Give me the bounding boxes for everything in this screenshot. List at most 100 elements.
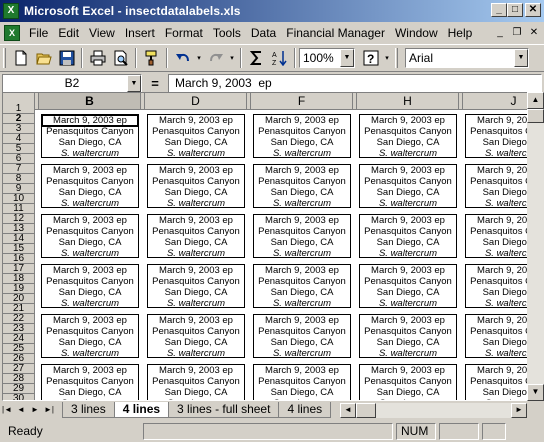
label-species-cell[interactable]: S. waltercrum xyxy=(360,348,456,359)
insect-label-block[interactable]: March 9, 2003 epPenasquitos CanyonSan Di… xyxy=(147,214,245,259)
horizontal-scrollbar[interactable]: ◄ ► xyxy=(340,403,527,418)
label-location-cell[interactable]: Penasquitos Canyon xyxy=(42,276,138,287)
label-species-cell[interactable]: S. waltercrum xyxy=(148,248,244,259)
label-species-cell[interactable]: S. waltercrum xyxy=(148,348,244,359)
insect-label-block[interactable]: March 9, 2003 epPenasquitos CanyonSan Di… xyxy=(147,264,245,309)
label-date-cell[interactable]: March 9, 2003 ep xyxy=(148,265,244,276)
row-header-29[interactable]: 29 xyxy=(3,384,35,394)
label-city-cell[interactable]: San Diego, CA xyxy=(148,237,244,248)
label-species-cell[interactable]: S. waltercrum xyxy=(148,298,244,309)
label-city-cell[interactable]: San Diego, CA xyxy=(254,187,350,198)
label-species-cell[interactable]: S. waltercrum xyxy=(360,198,456,209)
menu-tools[interactable]: Tools xyxy=(208,22,246,44)
label-location-cell[interactable]: Penasquitos Canyon xyxy=(148,376,244,387)
insect-label-block[interactable]: March 9, 2003 epPenasquitos CanyonSan Di… xyxy=(253,214,351,259)
label-location-cell[interactable]: Penasquitos Canyon xyxy=(466,226,527,237)
insect-label-block[interactable]: March 9, 2003 epPenasquitos CanyonSan Di… xyxy=(359,114,457,159)
row-header-28[interactable]: 28 xyxy=(3,374,35,384)
label-location-cell[interactable]: Penasquitos Canyon xyxy=(466,276,527,287)
row-header-9[interactable]: 9 xyxy=(3,184,35,194)
label-date-cell[interactable]: March 9, 2003 ep xyxy=(254,215,350,226)
label-city-cell[interactable]: San Diego, CA xyxy=(360,187,456,198)
menu-insert[interactable]: Insert xyxy=(120,22,160,44)
row-header-23[interactable]: 23 xyxy=(3,324,35,334)
label-date-cell[interactable]: March 9, 2003 ep xyxy=(42,215,138,226)
redo-button[interactable] xyxy=(204,47,227,69)
label-city-cell[interactable]: San Diego, CA xyxy=(254,237,350,248)
label-species-cell[interactable]: S. waltercrum xyxy=(254,398,350,400)
row-header-8[interactable]: 8 xyxy=(3,174,35,184)
insect-label-block[interactable]: March 9, 2003 epPenasquitos CanyonSan Di… xyxy=(41,314,139,359)
insect-label-block[interactable]: March 9, 2003 epPenasquitos CanyonSan Di… xyxy=(359,314,457,359)
scroll-up-button[interactable]: ▲ xyxy=(527,92,544,109)
label-species-cell[interactable]: S. waltercrum xyxy=(360,248,456,259)
label-city-cell[interactable]: San Diego, CA xyxy=(360,387,456,398)
column-header-b[interactable]: B xyxy=(39,93,141,110)
insect-label-block[interactable]: March 9, 2003 epPenasquitos CanyonSan Di… xyxy=(359,364,457,400)
print-button[interactable] xyxy=(86,47,109,69)
label-location-cell[interactable]: Penasquitos Canyon xyxy=(360,276,456,287)
doc-close-button[interactable]: ✕ xyxy=(526,26,542,40)
label-date-cell[interactable]: March 9, 2003 ep xyxy=(148,365,244,376)
label-date-cell[interactable]: March 9, 2003 ep xyxy=(254,115,350,126)
label-city-cell[interactable]: San Diego, CA xyxy=(360,287,456,298)
excel-app-icon[interactable]: X xyxy=(3,3,19,19)
label-date-cell[interactable]: March 9, 2003 ep xyxy=(360,215,456,226)
label-species-cell[interactable]: S. waltercrum xyxy=(42,248,138,259)
insect-label-block[interactable]: March 9, 2003 epPenasquitos CanyonSan Di… xyxy=(253,264,351,309)
row-header-4[interactable]: 4 xyxy=(3,134,35,144)
font-select[interactable]: Arial ▼ xyxy=(405,48,529,68)
label-date-cell[interactable]: March 9, 2003 ep xyxy=(42,265,138,276)
label-location-cell[interactable]: Penasquitos Canyon xyxy=(42,176,138,187)
label-city-cell[interactable]: San Diego, CA xyxy=(254,337,350,348)
label-location-cell[interactable]: Penasquitos Canyon xyxy=(360,126,456,137)
autosum-button[interactable] xyxy=(245,47,268,69)
menu-window[interactable]: Window xyxy=(390,22,443,44)
label-species-cell[interactable]: S. waltercrum xyxy=(148,148,244,159)
sheet-tab-3-lines[interactable]: 3 lines xyxy=(62,402,115,418)
row-header-13[interactable]: 13 xyxy=(3,224,35,234)
chevron-down-icon[interactable]: ▼ xyxy=(514,49,528,67)
menu-format[interactable]: Format xyxy=(160,22,208,44)
insect-label-block[interactable]: March 9, 2003 epPenasquitos CanyonSan Di… xyxy=(147,164,245,209)
insect-label-block[interactable]: March 9, 2003 epPenasquitos CanyonSan Di… xyxy=(465,314,527,359)
label-location-cell[interactable]: Penasquitos Canyon xyxy=(148,276,244,287)
label-species-cell[interactable]: S. waltercrum xyxy=(254,198,350,209)
insect-label-block[interactable]: March 9, 2003 epPenasquitos CanyonSan Di… xyxy=(147,314,245,359)
undo-dropdown[interactable]: ▾ xyxy=(194,47,204,69)
label-species-cell[interactable]: S. waltercrum xyxy=(254,148,350,159)
row-header-24[interactable]: 24 xyxy=(3,334,35,344)
row-header-12[interactable]: 12 xyxy=(3,214,35,224)
format-painter-button[interactable] xyxy=(140,47,163,69)
label-species-cell[interactable]: S. waltercrum xyxy=(466,298,527,309)
label-city-cell[interactable]: San Diego, CA xyxy=(360,237,456,248)
label-city-cell[interactable]: San Diego, CA xyxy=(254,387,350,398)
last-sheet-button[interactable]: ►| xyxy=(42,403,56,418)
menu-data[interactable]: Data xyxy=(246,22,281,44)
label-species-cell[interactable]: S. waltercrum xyxy=(148,398,244,400)
label-city-cell[interactable]: San Diego, CA xyxy=(148,137,244,148)
insect-label-block[interactable]: March 9, 2003 epPenasquitos CanyonSan Di… xyxy=(359,264,457,309)
row-header-16[interactable]: 16 xyxy=(3,254,35,264)
label-city-cell[interactable]: San Diego, CA xyxy=(466,187,527,198)
label-city-cell[interactable]: San Diego, CA xyxy=(466,287,527,298)
label-date-cell[interactable]: March 9, 2003 ep xyxy=(254,265,350,276)
row-header-15[interactable]: 15 xyxy=(3,244,35,254)
menu-view[interactable]: View xyxy=(84,22,120,44)
label-location-cell[interactable]: Penasquitos Canyon xyxy=(148,226,244,237)
insect-label-block[interactable]: March 9, 2003 epPenasquitos CanyonSan Di… xyxy=(147,114,245,159)
row-header-20[interactable]: 20 xyxy=(3,294,35,304)
insect-label-block[interactable]: March 9, 2003 epPenasquitos CanyonSan Di… xyxy=(465,164,527,209)
label-date-cell[interactable]: March 9, 2003 ep xyxy=(360,365,456,376)
label-species-cell[interactable]: S. waltercrum xyxy=(254,248,350,259)
label-date-cell[interactable]: March 9, 2003 ep xyxy=(360,115,456,126)
insect-label-block[interactable]: March 9, 2003 epPenasquitos CanyonSan Di… xyxy=(41,214,139,259)
label-species-cell[interactable]: S. waltercrum xyxy=(360,298,456,309)
label-location-cell[interactable]: Penasquitos Canyon xyxy=(360,376,456,387)
restore-button[interactable]: □ xyxy=(507,3,523,17)
toolbar-options-dropdown[interactable]: ▾ xyxy=(382,47,392,69)
label-city-cell[interactable]: San Diego, CA xyxy=(148,337,244,348)
insect-label-block[interactable]: March 9, 2003 epPenasquitos CanyonSan Di… xyxy=(253,364,351,400)
prev-sheet-button[interactable]: ◄ xyxy=(14,403,28,418)
label-location-cell[interactable]: Penasquitos Canyon xyxy=(360,326,456,337)
